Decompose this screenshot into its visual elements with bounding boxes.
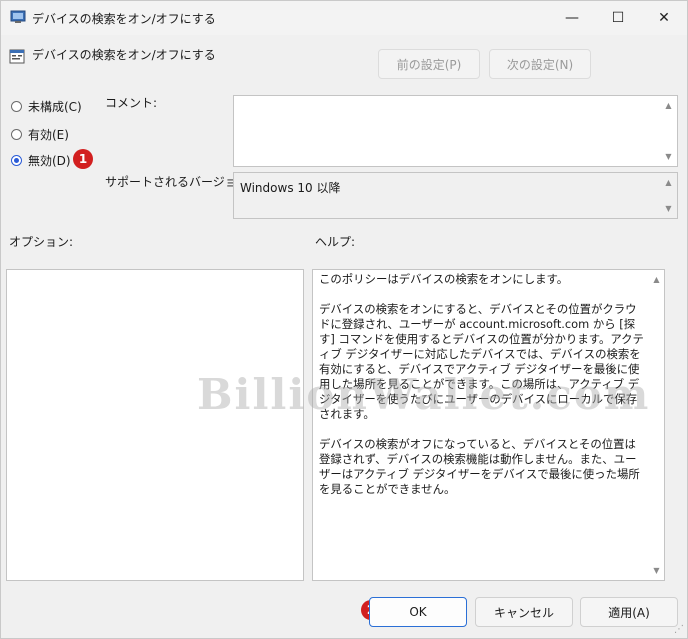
policy-dialog: デバイスの検索をオン/オフにする — ☐ ✕ デバイスの検索をオン/オフにする …	[0, 0, 688, 639]
radio-label: 未構成(C)	[28, 100, 82, 114]
supported-scrollbar[interactable]: ▲ ▼	[660, 173, 677, 218]
help-paragraph: デバイスの検索がオフになっていると、デバイスとその位置は登録されず、デバイスの検…	[319, 437, 640, 496]
close-button[interactable]: ✕	[641, 1, 687, 35]
close-icon: ✕	[658, 10, 670, 26]
help-panel: このポリシーはデバイスの検索をオンにします。 デバイスの検索をオンにすると、デバ…	[312, 269, 665, 581]
radio-not-configured[interactable]: 未構成(C)	[11, 98, 82, 115]
ok-button[interactable]: OK	[369, 597, 467, 627]
radio-circle-selected[interactable]	[11, 155, 22, 166]
supported-on-value: Windows 10 以降	[240, 181, 341, 195]
radio-label: 無効(D)	[28, 154, 71, 168]
supported-on-field: Windows 10 以降 ▲ ▼	[233, 172, 678, 219]
radio-circle[interactable]	[11, 129, 22, 140]
radio-circle[interactable]	[11, 101, 22, 112]
policy-app-icon	[10, 10, 26, 23]
scroll-up-icon[interactable]: ▲	[648, 271, 665, 288]
policy-title: デバイスの検索をオン/オフにする	[32, 48, 216, 62]
help-paragraph: デバイスの検索をオンにすると、デバイスとその位置がクラウドに登録され、ユーザーが…	[319, 302, 644, 421]
previous-setting-button[interactable]: 前の設定(P)	[378, 49, 480, 79]
help-paragraph: このポリシーはデバイスの検索をオンにします。	[319, 272, 569, 286]
options-panel	[6, 269, 304, 581]
comment-label: コメント:	[105, 96, 158, 110]
apply-button[interactable]: 適用(A)	[580, 597, 678, 627]
radio-disabled[interactable]: 無効(D)	[11, 152, 71, 169]
supported-on-label: サポートされるバージョン:	[105, 175, 253, 189]
scroll-down-icon[interactable]: ▼	[660, 200, 677, 217]
help-label: ヘルプ:	[315, 235, 356, 249]
radio-enabled[interactable]: 有効(E)	[11, 126, 69, 143]
resize-grip-icon[interactable]: ⋰	[674, 624, 684, 635]
options-label: オプション:	[9, 235, 74, 249]
maximize-icon: ☐	[611, 10, 625, 26]
policy-setting-icon	[9, 49, 25, 64]
next-setting-button[interactable]: 次の設定(N)	[489, 49, 591, 79]
annotation-badge-1: 1	[73, 149, 93, 169]
maximize-button[interactable]: ☐	[595, 1, 641, 35]
scroll-up-icon[interactable]: ▲	[660, 174, 677, 191]
comment-textarea[interactable]: ▲ ▼	[233, 95, 678, 167]
scroll-up-icon[interactable]: ▲	[660, 97, 677, 114]
cancel-button[interactable]: キャンセル	[475, 597, 573, 627]
help-scrollbar[interactable]: ▲ ▼	[648, 270, 665, 580]
scroll-down-icon[interactable]: ▼	[660, 148, 677, 165]
title-bar: デバイスの検索をオン/オフにする — ☐ ✕	[1, 1, 687, 35]
scroll-down-icon[interactable]: ▼	[648, 562, 665, 579]
window-title: デバイスの検索をオン/オフにする	[32, 12, 216, 26]
minimize-icon: —	[565, 10, 579, 26]
minimize-button[interactable]: —	[549, 1, 595, 35]
comment-scrollbar[interactable]: ▲ ▼	[660, 96, 677, 166]
radio-label: 有効(E)	[28, 128, 69, 142]
help-text: このポリシーはデバイスの検索をオンにします。 デバイスの検索をオンにすると、デバ…	[319, 272, 644, 512]
